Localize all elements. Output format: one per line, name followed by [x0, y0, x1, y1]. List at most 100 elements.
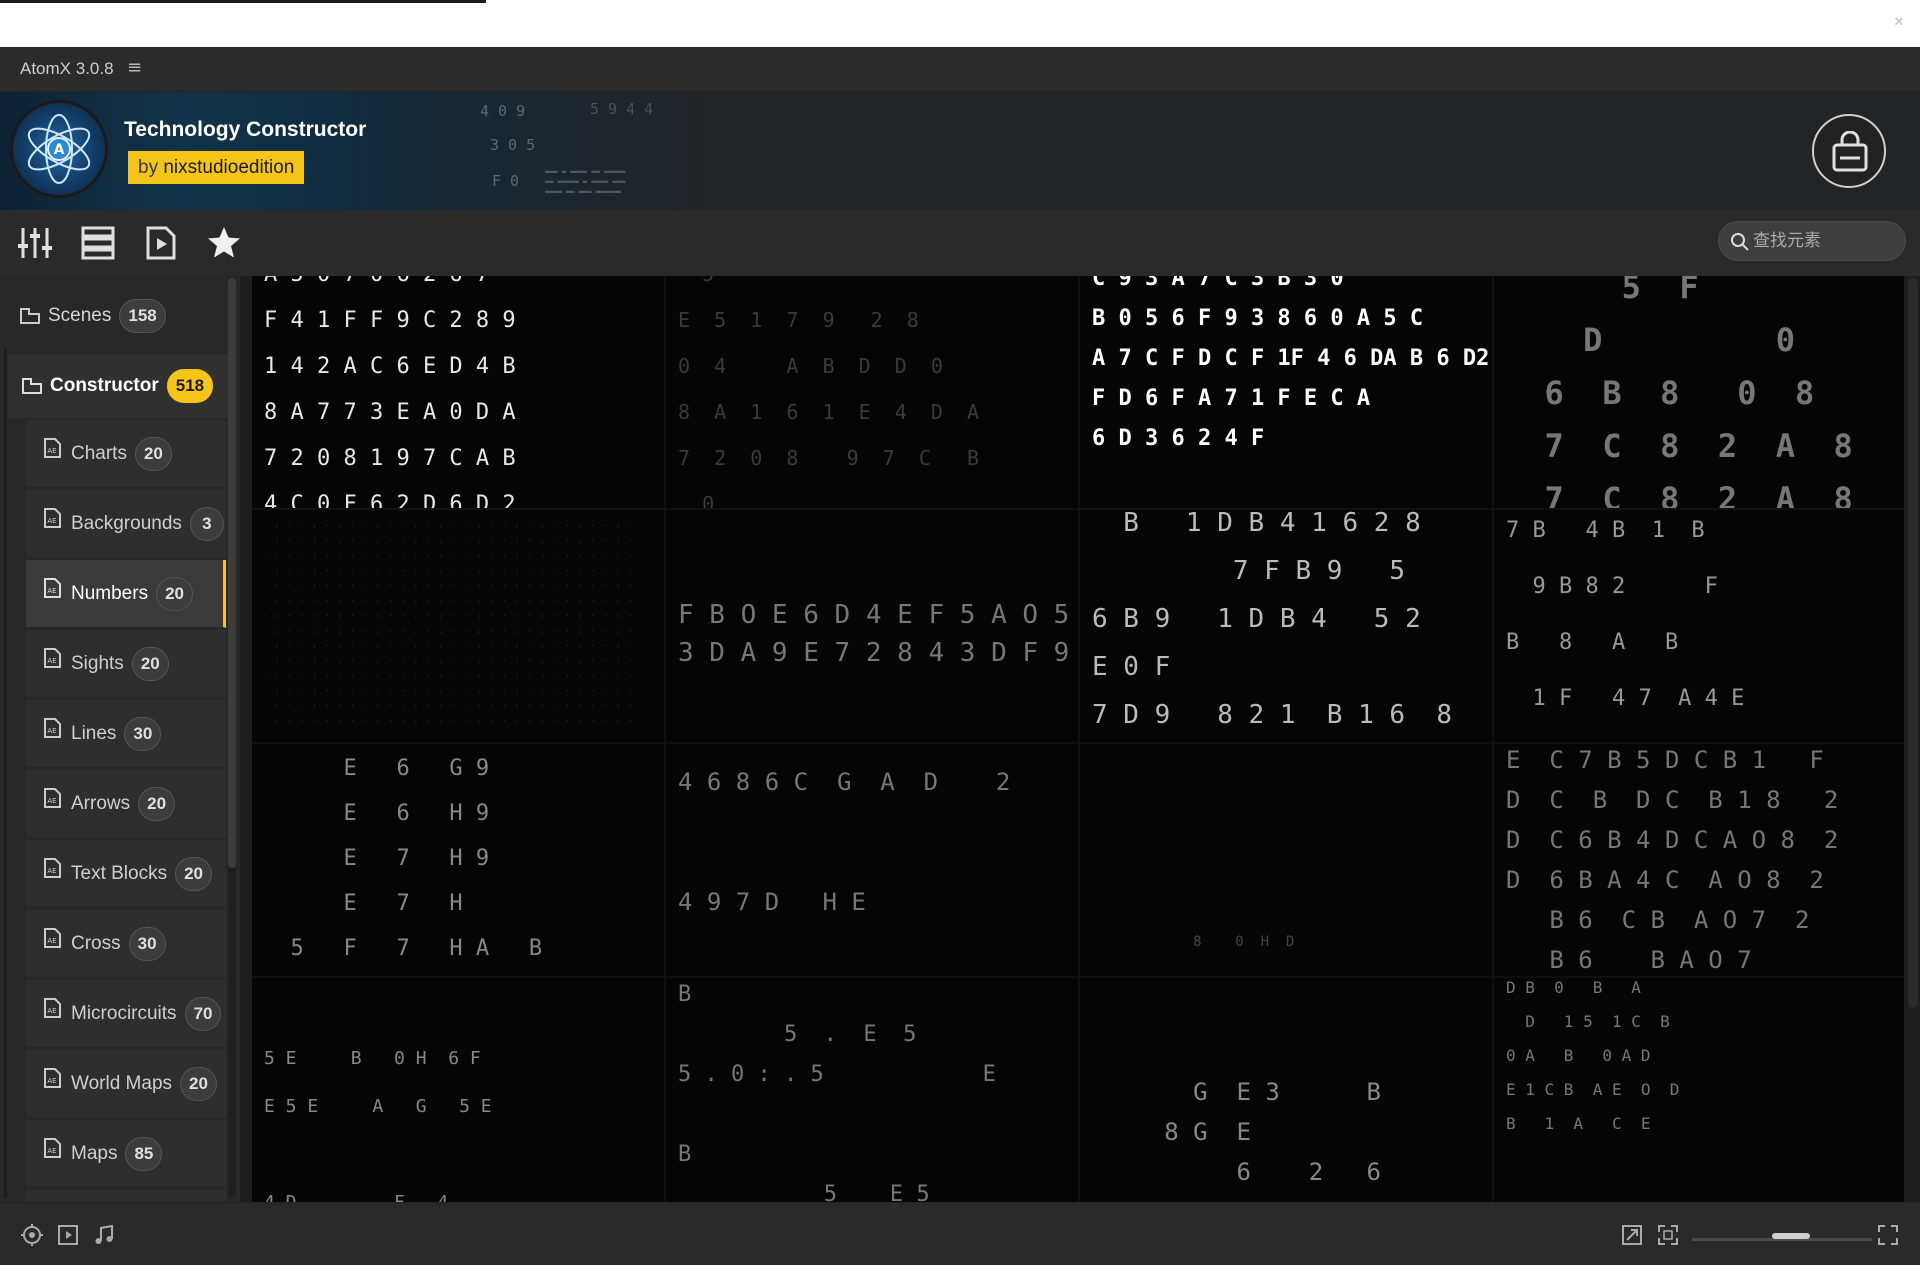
target-icon[interactable] — [20, 1223, 44, 1247]
search-input[interactable] — [1753, 230, 1893, 252]
count-badge: 158 — [119, 299, 166, 333]
sidebar-item-cross[interactable]: AE Cross 30 — [26, 910, 226, 978]
preview-tile[interactable]: · : · · : · : · · : · · : · : · · : · · … — [252, 510, 664, 742]
tile-dot-row: · : · · : · : · · : · · : · : · · : · · … — [262, 702, 633, 710]
preview-tile[interactable]: E 6 G 9 E 6 H 9 E 7 H 9 E 7 H 5 F 7 H A … — [252, 744, 664, 976]
tile-text-row: D C B D C B 1 8 2 — [1506, 786, 1839, 814]
tile-text-row: 6 B 8 0 8 — [1506, 374, 1815, 412]
sidebar-item-constructor[interactable]: Constructor 518 — [8, 354, 228, 418]
tile-dot-row: · : · · : · : · · : · · : · : · · : · · … — [262, 687, 633, 695]
sidebar-item-world-maps[interactable]: AE World Maps 20 — [26, 1050, 226, 1118]
tile-text-row: E 6 G 9 — [264, 756, 490, 781]
preview-tile[interactable]: 5 E 5 1 7 9 2 8 0 4 A B D D 0 8 A 1 6 1 E … — [666, 276, 1078, 508]
sidebar-item-lines[interactable]: AE Lines 30 — [26, 700, 226, 768]
tile-dot-row: · : · · : · : · · : · · : · : · · : · · … — [262, 612, 633, 620]
tile-text-row: D 6 B A 4 C A O 8 2 — [1506, 866, 1824, 894]
count-badge: 30 — [124, 716, 162, 751]
hamburger-menu-icon[interactable]: ≡ — [127, 57, 142, 78]
ae-file-icon: AE — [44, 437, 61, 458]
sidebar-scroll-thumb[interactable] — [228, 278, 236, 868]
tile-text-row: 4 6 8 6 C G A D 2 — [678, 768, 1011, 796]
tile-text-row: B 1 D B 4 1 6 2 8 — [1092, 510, 1421, 538]
tile-dot-row: · : · · : · : · · : · · : · : · · : · · … — [262, 582, 633, 590]
tile-text-row: F B O E 6 D 4 E F 5 A O 5 0 — [678, 600, 1078, 630]
pack-title: Technology Constructor — [124, 118, 367, 141]
sidebar-item-microcircuits[interactable]: AE Microcircuits 70 — [26, 980, 226, 1048]
count-badge: 30 — [128, 926, 166, 961]
fit-size-icon[interactable] — [1620, 1223, 1644, 1247]
sidebar-item-label: Lines — [71, 722, 117, 744]
tile-text-row: 5 F — [1506, 276, 1699, 306]
svg-text:AE: AE — [47, 587, 56, 595]
svg-text:AE: AE — [47, 1147, 56, 1155]
search-box[interactable] — [1718, 221, 1906, 261]
preview-tile[interactable]: 7 B 4 B 1 B 9 B 8 2 F B 8 A B 1 F 4 7 A 4… — [1494, 510, 1904, 742]
sidebar-scrollbar[interactable] — [228, 278, 236, 1198]
sidebar-item-sights[interactable]: AE Sights 20 — [26, 630, 226, 698]
toolbar — [0, 210, 1920, 276]
window-close-icon[interactable]: ✕ — [1884, 8, 1914, 38]
tile-text-row: 5 . E 5 — [678, 1022, 917, 1047]
sliders-icon[interactable] — [16, 224, 54, 262]
tile-text-row: 1 F 4 7 A 4 E — [1506, 686, 1745, 711]
video-preview-icon[interactable] — [56, 1223, 80, 1247]
sidebar-item-arrows[interactable]: AE Arrows 20 — [26, 770, 226, 838]
preview-tile[interactable]: E C 7 B 5 D C B 1 F D C B D C B 1 8 2 D C … — [1494, 744, 1904, 976]
grid-small-icon[interactable] — [1656, 1223, 1680, 1247]
sidebar-item-label: Sights — [71, 652, 124, 674]
tile-dot-row: · : · · : · : · · : · · : · : · · : · · … — [262, 672, 633, 680]
tile-dot-row: · : · · : · : · · : · · : · : · · : · · … — [262, 597, 633, 605]
tile-text-row: D 1 5 1 C B — [1506, 1012, 1670, 1031]
sidebar-item-charts[interactable]: AE Charts 20 — [26, 420, 226, 488]
sidebar-item-text-blocks[interactable]: AE Text Blocks 20 — [26, 840, 226, 908]
ae-file-icon: AE — [44, 1067, 61, 1088]
tile-text-row: 5 E 5 — [678, 1182, 930, 1202]
sidebar-item-backgrounds[interactable]: AE Backgrounds 3 — [26, 490, 226, 558]
tile-text-row: B 6 B A O 7 — [1506, 946, 1752, 974]
preview-tile[interactable]: 5 F D 0 6 B 8 0 8 7 C 8 2 A 8 7 C 8 2 A … — [1494, 276, 1904, 508]
grid-large-icon[interactable] — [1876, 1223, 1900, 1247]
tile-text-row: 7 C 8 2 A 8 — [1506, 480, 1853, 508]
tile-text-row: 5 E B 0 H 6 F — [264, 1048, 481, 1069]
preview-tile[interactable]: C 9 3 A 7 C 3 B 3 0 B 0 5 6 F 9 3 8 6 0 A… — [1080, 276, 1492, 508]
sidebar-item-scenes[interactable]: Scenes 158 — [18, 284, 166, 348]
tile-text-row: 3 D A 9 E 7 2 8 4 3 D F 9 5 — [678, 638, 1078, 668]
store-bag-button[interactable] — [1812, 114, 1886, 188]
tile-text-row: 5 — [678, 276, 919, 286]
os-top-strip: ✕ — [0, 0, 1920, 47]
favorites-star-icon[interactable] — [205, 224, 243, 262]
tree-guide-line — [4, 348, 7, 1198]
title-bar: AtomX 3.0.8 ≡ — [0, 47, 1920, 92]
zoom-slider-thumb[interactable] — [1772, 1233, 1810, 1239]
sidebar-item-numbers[interactable]: AE Numbers 20 — [26, 560, 226, 628]
sidebar-item-label: Arrows — [71, 792, 131, 814]
list-view-icon[interactable] — [79, 224, 117, 262]
svg-text:AE: AE — [47, 937, 56, 945]
author-name: nixstudioedition — [163, 157, 295, 178]
pack-author-badge[interactable]: by nixstudioedition — [128, 151, 305, 184]
tile-text-row: 8 0 H D — [1092, 934, 1295, 950]
tile-dot-row: · : · · : · : · · : · · : · : · · : · · … — [262, 552, 633, 560]
grid-scrollbar[interactable] — [1908, 278, 1918, 1008]
preview-tile[interactable]: F B O E 6 D 4 E F 5 A O 5 0 3 D A 9 E 7 2… — [666, 510, 1078, 742]
tile-text-row: 8 A 7 7 3 E A 0 D A — [264, 400, 516, 425]
tile-text-row: 9 B 8 2 F — [1506, 574, 1718, 599]
tile-text-row: B 8 A B — [1506, 630, 1679, 655]
sidebar-item-label: Text Blocks — [71, 862, 168, 884]
preview-tile[interactable]: B 5 . E 5 5 . 0 : . 5 E B 5 E 5 — [666, 978, 1078, 1202]
preview-tile[interactable]: B 1 D B 4 1 6 2 8 7 F B 9 5 6 B 9 1 D B 4… — [1080, 510, 1492, 742]
tile-text-row: 0 4 A B D D 0 — [678, 354, 943, 378]
preview-play-icon[interactable] — [142, 224, 180, 262]
preview-tile[interactable]: 8 0 H D — [1080, 744, 1492, 976]
preview-tile[interactable]: 4 6 8 6 C G A D 2 4 9 7 D H E — [666, 744, 1078, 976]
tile-text-row: B 1 A C E — [1506, 1114, 1651, 1133]
music-note-icon[interactable] — [92, 1223, 116, 1247]
ae-file-icon: AE — [44, 577, 61, 598]
sidebar-item-next[interactable] — [26, 1190, 226, 1202]
sidebar-item-maps[interactable]: AE Maps 85 — [26, 1120, 226, 1188]
preview-tile[interactable]: A 5 0 7 0 6 2 6 7 F 4 1 F F 9 C 2 8 9 1 4 … — [252, 276, 664, 508]
preview-tile[interactable]: D B 0 B A D 1 5 1 C B 0 A B 0 A D E 1 C B … — [1494, 978, 1904, 1202]
preview-tile[interactable]: G E 3 B 8 G E 6 2 6 — [1080, 978, 1492, 1202]
preview-tile[interactable]: 5 E B 0 H 6 F E 5 E A G 5 E 4 D — F 4— — [252, 978, 664, 1202]
tile-dot-row: · : · · : · : · · : · · : · : · · : · · … — [262, 537, 633, 545]
